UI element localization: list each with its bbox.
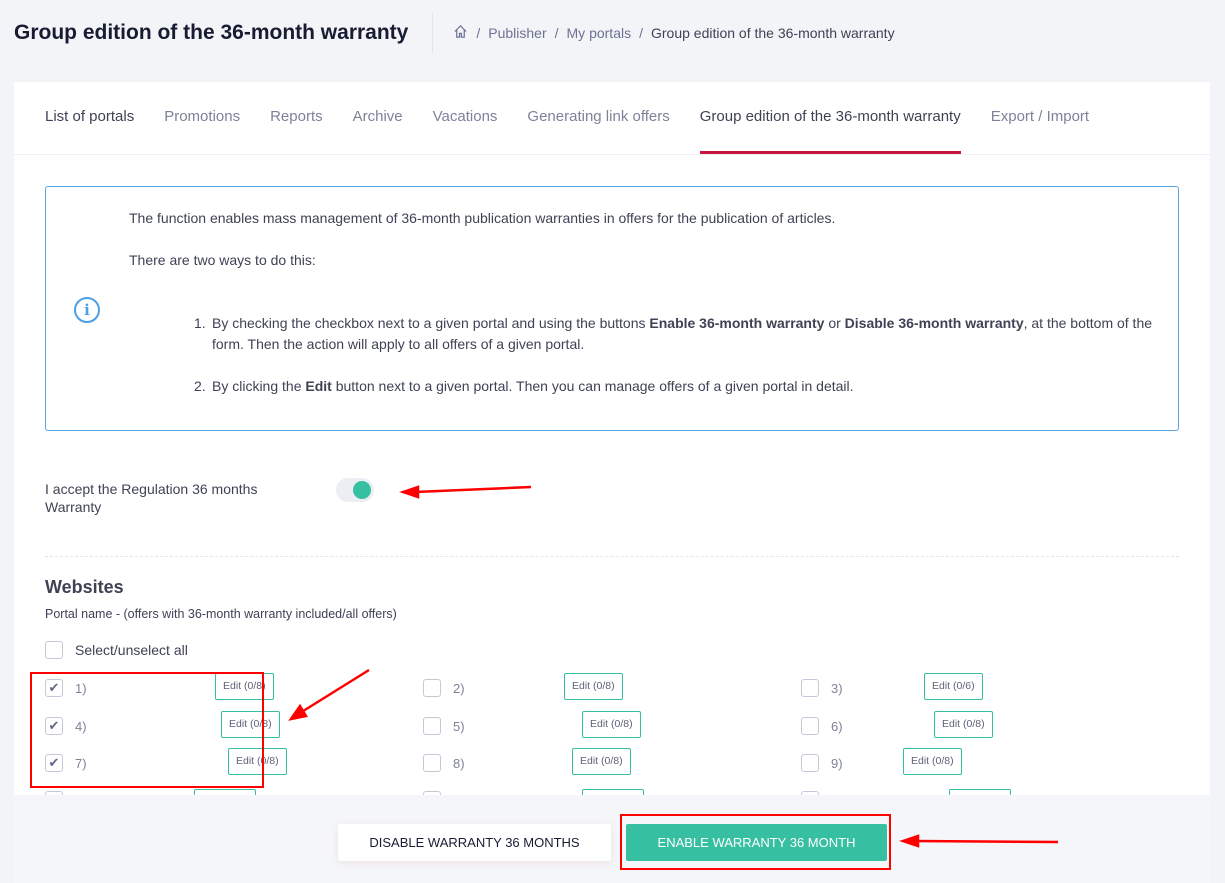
edit-portal-button[interactable]: Edit (0/8) xyxy=(903,748,962,775)
tab-generating-link-offers[interactable]: Generating link offers xyxy=(527,82,669,154)
portal-label: 4) xyxy=(75,718,87,734)
portal-checkbox[interactable] xyxy=(423,679,441,697)
portal-item: 3) xyxy=(801,679,871,697)
edit-portal-button[interactable]: Edit (0/6) xyxy=(924,673,983,700)
portal-checkbox[interactable] xyxy=(801,754,819,772)
portal-checkbox[interactable] xyxy=(423,754,441,772)
tab-promotions[interactable]: Promotions xyxy=(164,82,240,154)
portal-checkbox[interactable]: ✔ xyxy=(45,754,63,772)
accept-regulation-label: I accept the Regulation 36 months Warran… xyxy=(45,481,258,515)
info-step: 2. By clicking the Edit button next to a … xyxy=(194,378,854,394)
portal-item: 9) xyxy=(801,754,871,772)
main-card: List of portals Promotions Reports Archi… xyxy=(14,82,1210,795)
tab-archive[interactable]: Archive xyxy=(353,82,403,154)
portal-label: 7) xyxy=(75,755,87,771)
info-icon: i xyxy=(74,297,100,323)
portal-item: ✔ 1) xyxy=(45,679,115,697)
tab-export-import[interactable]: Export / Import xyxy=(991,82,1089,154)
info-box: i The function enables mass management o… xyxy=(45,186,1179,431)
accept-regulation-toggle[interactable] xyxy=(336,478,374,502)
breadcrumb-publisher[interactable]: Publisher xyxy=(488,25,546,41)
portal-item: 2) xyxy=(423,679,493,697)
page-title: Group edition of the 36-month warranty xyxy=(14,13,434,53)
edit-portal-button[interactable]: Edit (0/8) xyxy=(582,711,641,738)
info-text: The function enables mass management of … xyxy=(129,210,836,226)
breadcrumb-my-portals[interactable]: My portals xyxy=(567,25,632,41)
portal-item: ✔ 4) xyxy=(45,717,115,735)
info-step: 1. By checking the checkbox next to a giv… xyxy=(194,315,1153,352)
edit-portal-button[interactable]: Edit (0/8) xyxy=(934,711,993,738)
portal-checkbox[interactable]: ✔ xyxy=(45,679,63,697)
portal-checkbox[interactable]: ✔ xyxy=(45,717,63,735)
portal-checkbox[interactable] xyxy=(423,717,441,735)
divider xyxy=(45,556,1179,557)
edit-portal-button[interactable]: Edit (0/8) xyxy=(228,748,287,775)
info-text: There are two ways to do this: xyxy=(129,252,316,268)
select-all[interactable]: Select/unselect all xyxy=(45,641,188,659)
disable-warranty-button[interactable]: Disable warranty 36 months xyxy=(338,824,611,861)
portal-checkbox[interactable] xyxy=(801,679,819,697)
portal-item: 5) xyxy=(423,717,493,735)
select-all-checkbox[interactable] xyxy=(45,641,63,659)
portal-label: 8) xyxy=(453,755,465,771)
tab-reports[interactable]: Reports xyxy=(270,82,323,154)
breadcrumb-current: Group edition of the 36-month warranty xyxy=(650,25,895,41)
tab-vacations[interactable]: Vacations xyxy=(433,82,498,154)
edit-portal-button[interactable]: Edit (0/8) xyxy=(564,673,623,700)
portal-label: 6) xyxy=(831,718,843,734)
tab-list-of-portals[interactable]: List of portals xyxy=(45,82,134,154)
edit-portal-button[interactable]: Edit (0/8) xyxy=(215,673,274,700)
portal-label: 5) xyxy=(453,718,465,734)
edit-portal-button[interactable]: Edit (0/8) xyxy=(221,711,280,738)
websites-subtitle: Portal name - (offers with 36-month warr… xyxy=(45,607,397,621)
portal-checkbox[interactable] xyxy=(801,717,819,735)
portal-label: 1) xyxy=(75,680,87,696)
breadcrumb: / Publisher / My portals / Group edition of… xyxy=(453,24,895,42)
portal-label: 2) xyxy=(453,680,465,696)
tab-bar: List of portals Promotions Reports Archi… xyxy=(14,82,1210,155)
enable-warranty-button[interactable]: Enable warranty 36 month xyxy=(626,824,887,861)
action-bar xyxy=(14,795,1210,883)
portal-label: 3) xyxy=(831,680,843,696)
page-header: Group edition of the 36-month warranty /… xyxy=(0,0,1225,66)
portal-label: 9) xyxy=(831,755,843,771)
home-icon[interactable] xyxy=(453,24,468,42)
portal-item: 8) xyxy=(423,754,493,772)
portal-item: 6) xyxy=(801,717,871,735)
portal-item: ✔ 7) xyxy=(45,754,115,772)
edit-portal-button[interactable]: Edit (0/8) xyxy=(572,748,631,775)
tab-group-edition-warranty[interactable]: Group edition of the 36-month warranty xyxy=(699,82,961,154)
websites-title: Websites xyxy=(45,577,124,597)
